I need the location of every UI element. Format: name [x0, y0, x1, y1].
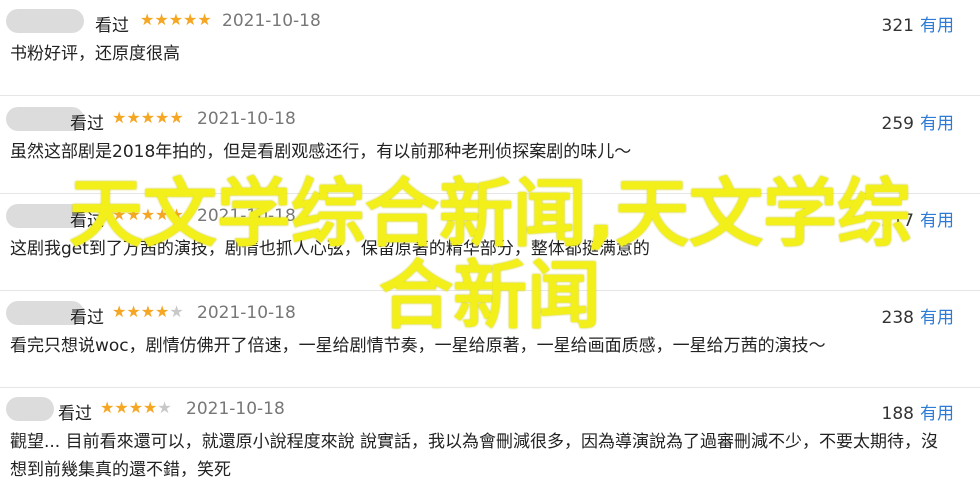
star-filled-icon: ★	[126, 302, 141, 321]
star-filled-icon: ★	[154, 10, 169, 29]
divider	[0, 193, 980, 194]
review-meta: 看过 ★★★★★ 2021-10-18 217 有用	[0, 204, 980, 231]
divider	[0, 95, 980, 96]
star-rating: ★★★★★	[100, 398, 172, 417]
star-empty-icon: ★	[169, 302, 184, 321]
divider	[0, 290, 980, 291]
star-filled-icon: ★	[126, 108, 141, 127]
useful-count: 217	[881, 211, 914, 231]
useful-count: 188	[881, 404, 914, 424]
review-text: 书粉好评，还原度很高	[10, 44, 180, 64]
star-rating: ★★★★★	[140, 10, 212, 29]
useful-vote: 321 有用	[882, 11, 954, 36]
review-item: 看过 ★★★★★ 2021-10-18 238 有用 看完只想说woc，剧情仿佛开…	[0, 292, 980, 388]
avatar[interactable]	[6, 9, 84, 33]
avatar[interactable]	[6, 397, 54, 421]
useful-vote: 217 有用	[882, 206, 954, 231]
watch-status: 看过	[95, 16, 129, 36]
watch-status: 看过	[70, 211, 104, 231]
review-date: 2021-10-18	[197, 206, 296, 226]
watch-status: 看过	[70, 114, 104, 134]
useful-button[interactable]: 有用	[920, 114, 954, 134]
review-date: 2021-10-18	[197, 109, 296, 129]
useful-vote: 188 有用	[882, 399, 954, 424]
star-filled-icon: ★	[183, 10, 198, 29]
useful-button[interactable]: 有用	[920, 16, 954, 36]
star-filled-icon: ★	[169, 108, 184, 127]
star-filled-icon: ★	[169, 205, 184, 224]
star-filled-icon: ★	[168, 10, 184, 29]
star-rating: ★★★★★	[112, 205, 184, 224]
star-filled-icon: ★	[114, 398, 129, 417]
useful-count: 259	[881, 114, 914, 134]
useful-button[interactable]: 有用	[920, 404, 954, 424]
review-item: 看过 ★★★★★ 2021-10-18 259 有用 虽然这部剧是2018年拍的，…	[0, 98, 980, 194]
star-filled-icon: ★	[112, 108, 127, 127]
star-filled-icon: ★	[155, 205, 170, 224]
review-date: 2021-10-18	[186, 399, 285, 419]
star-filled-icon: ★	[197, 10, 212, 29]
review-text: 觀望... 目前看來還可以，就還原小說程度來說 說實話，我以為會刪減很多，因為導…	[10, 432, 939, 480]
review-text: 这剧我get到了万茜的演技，剧情也抓人心弦，保留原著的精华部分，整体都挺满意的	[10, 239, 650, 259]
review-meta: 看过 ★★★★★ 2021-10-18 188 有用	[0, 397, 980, 424]
watch-status: 看过	[70, 308, 104, 328]
review-text: 虽然这部剧是2018年拍的，但是看剧观感还行，有以前那种老刑侦探案剧的味儿～	[10, 142, 632, 162]
star-filled-icon: ★	[126, 205, 141, 224]
review-item: 看过 ★★★★★ 2021-10-18 188 有用 觀望... 目前看來還可以，…	[0, 388, 980, 484]
star-filled-icon: ★	[155, 302, 170, 321]
star-filled-icon: ★	[112, 302, 127, 321]
review-date: 2021-10-18	[197, 303, 296, 323]
star-filled-icon: ★	[143, 398, 158, 417]
useful-vote: 259 有用	[882, 109, 954, 134]
review-date: 2021-10-18	[222, 11, 321, 31]
star-filled-icon: ★	[140, 302, 156, 321]
useful-vote: 238 有用	[882, 303, 954, 328]
review-item: 看过 ★★★★★ 2021-10-18 217 有用 这剧我get到了万茜的演技，…	[0, 195, 980, 291]
star-filled-icon: ★	[112, 205, 127, 224]
star-filled-icon: ★	[155, 108, 170, 127]
review-item: 看过 ★★★★★ 2021-10-18 321 有用 书粉好评，还原度很高	[0, 0, 980, 96]
star-empty-icon: ★	[157, 398, 172, 417]
star-filled-icon: ★	[100, 398, 115, 417]
review-text: 看完只想说woc，剧情仿佛开了倍速，一星给剧情节奏，一星给原著，一星给画面质感，…	[10, 336, 826, 356]
star-filled-icon: ★	[128, 398, 144, 417]
useful-count: 321	[881, 16, 914, 36]
star-filled-icon: ★	[140, 205, 156, 224]
useful-button[interactable]: 有用	[920, 308, 954, 328]
star-filled-icon: ★	[140, 108, 156, 127]
review-meta: 看过 ★★★★★ 2021-10-18 321 有用	[0, 9, 980, 36]
useful-count: 238	[881, 308, 914, 328]
watch-status: 看过	[58, 404, 92, 424]
useful-button[interactable]: 有用	[920, 211, 954, 231]
star-rating: ★★★★★	[112, 302, 184, 321]
review-meta: 看过 ★★★★★ 2021-10-18 259 有用	[0, 107, 980, 134]
star-filled-icon: ★	[140, 10, 155, 29]
star-rating: ★★★★★	[112, 108, 184, 127]
review-meta: 看过 ★★★★★ 2021-10-18 238 有用	[0, 301, 980, 328]
